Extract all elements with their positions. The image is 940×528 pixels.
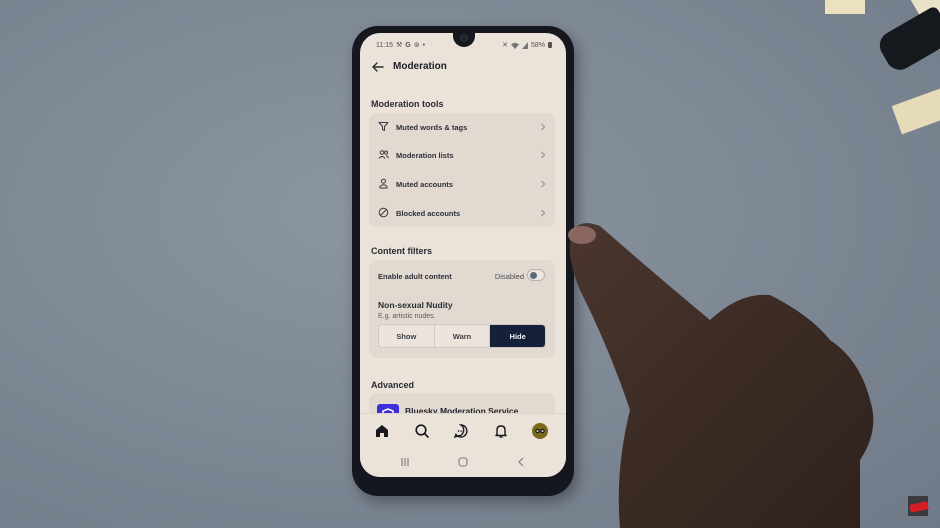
filter-title: Non-sexual Nudity <box>378 300 453 310</box>
status-time: 11:15 <box>376 41 393 49</box>
toggle-knob <box>530 272 537 279</box>
section-content-filters: Content filters <box>371 246 433 256</box>
recents-icon[interactable] <box>398 455 412 469</box>
wifi-icon <box>510 42 519 49</box>
moderation-tools-card: Muted words & tags Moderation lists Mute… <box>369 113 555 227</box>
filter-option-warn[interactable]: Warn <box>435 325 491 347</box>
signal-icon <box>521 41 528 49</box>
content-filters-card: Enable adult content Disabled Non-sexual… <box>369 260 555 358</box>
back-nav-icon[interactable] <box>514 455 528 469</box>
battery-level: 58% <box>530 41 545 49</box>
section-advanced: Advanced <box>371 380 415 390</box>
google-icon: G <box>405 41 411 49</box>
list-item-moderation-lists[interactable]: Moderation lists <box>369 141 555 169</box>
filter-icon <box>378 122 389 131</box>
block-icon <box>378 207 389 218</box>
bottom-tab-bar <box>360 413 566 447</box>
sync-icon: ⊛ <box>413 42 420 49</box>
system-navigation-bar <box>360 447 566 477</box>
list-item-label: Muted words & tags <box>396 123 468 132</box>
list-item-label: Blocked accounts <box>396 209 461 218</box>
chevron-right-icon <box>541 123 546 131</box>
list-item-label: Muted accounts <box>396 180 454 189</box>
avatar[interactable] <box>532 423 548 439</box>
page-header: Moderation <box>360 55 566 79</box>
chevron-right-icon <box>541 151 546 159</box>
section-moderation-tools: Moderation tools <box>371 99 444 109</box>
filter-option-show[interactable]: Show <box>379 325 435 347</box>
wood-prop <box>891 85 940 135</box>
users-icon <box>378 150 389 159</box>
adult-content-toggle[interactable] <box>527 269 545 281</box>
search-icon[interactable] <box>414 423 430 439</box>
wood-prop <box>825 0 865 14</box>
adult-content-state: Disabled <box>494 272 524 281</box>
mute-icon: ✕ <box>502 42 508 49</box>
home-icon[interactable] <box>374 423 390 439</box>
filter-subtitle: E.g. artistic nudes. <box>378 313 436 320</box>
person-icon <box>379 178 388 189</box>
phone-screen: 11:15 ⚒ G ⊛ • ✕ 58% Moderation Moderatio… <box>360 33 566 477</box>
home-button-icon[interactable] <box>456 455 470 469</box>
list-item-muted-accounts[interactable]: Muted accounts <box>369 170 555 198</box>
status-bar: 11:15 ⚒ G ⊛ • ✕ 58% <box>360 33 566 53</box>
filter-segmented-control: Show Warn Hide <box>378 324 546 348</box>
battery-icon <box>548 42 552 48</box>
chevron-right-icon <box>541 180 546 188</box>
dot-icon: • <box>422 41 426 49</box>
adult-content-row: Enable adult content Disabled <box>369 260 555 290</box>
bell-icon[interactable] <box>493 423 509 439</box>
filter-option-hide[interactable]: Hide <box>490 325 545 347</box>
list-item-blocked-accounts[interactable]: Blocked accounts <box>369 199 555 227</box>
chat-icon[interactable] <box>453 423 469 439</box>
pointing-hand <box>568 223 874 528</box>
list-item-muted-words[interactable]: Muted words & tags <box>369 113 555 141</box>
phone: 11:15 ⚒ G ⊛ • ✕ 58% Moderation Moderatio… <box>352 26 574 496</box>
chevron-right-icon <box>541 209 546 217</box>
page-title: Moderation <box>393 61 447 72</box>
adult-content-label: Enable adult content <box>378 272 452 281</box>
clip-prop <box>874 5 940 75</box>
wrench-icon: ⚒ <box>396 42 403 49</box>
channel-logo <box>908 496 929 516</box>
list-item-label: Moderation lists <box>396 151 454 160</box>
arrow-left-icon[interactable] <box>371 60 385 74</box>
